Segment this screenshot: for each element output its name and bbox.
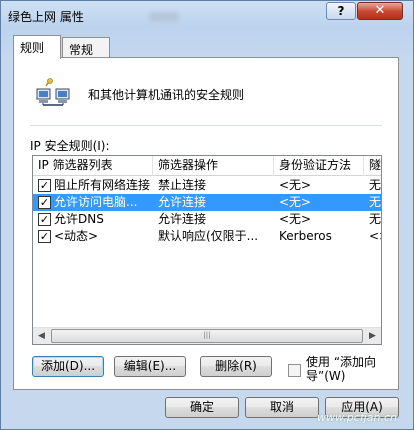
tunnel-cell: 无 (369, 195, 382, 209)
scroll-left-icon[interactable]: ◀ (33, 328, 50, 344)
rule-checkbox[interactable]: ✓ (38, 179, 51, 192)
watermark: www.pcfjan.cn (317, 411, 397, 424)
auth-method-cell: <无> (279, 212, 312, 226)
auth-method-cell: <无> (279, 195, 312, 209)
tunnel-cell: <> (369, 229, 381, 243)
filter-action-cell: 允许连接 (158, 212, 207, 226)
cancel-button[interactable]: 取消 (245, 397, 319, 418)
filter-list-cell: 允许访问电脑... (54, 195, 138, 209)
panel-description: 和其他计算机通讯的安全规则 (88, 88, 245, 102)
ip-security-rules-list[interactable]: IP 筛选器列表 筛选器操作 身份验证方法 隧 ✓ 阻止所有网络连接 禁止连接 … (32, 155, 382, 345)
table-row[interactable]: ✓ 阻止所有网络连接 禁止连接 <无> 无 (33, 177, 381, 194)
title-bar: 绿色上网 属性 ? ✕ (1, 1, 413, 31)
scroll-right-icon[interactable]: ▶ (364, 328, 381, 344)
table-row[interactable]: ✓ 允许访问电脑... 允许连接 <无> 无 (33, 194, 381, 211)
filter-action-cell: 禁止连接 (158, 178, 207, 192)
column-header-auth-method[interactable]: 身份验证方法 (274, 156, 364, 176)
rules-list-label: IP 安全规则(I): (30, 139, 110, 153)
tab-general[interactable]: 常规 (62, 37, 110, 57)
auth-method-cell: Kerberos (279, 229, 332, 243)
tab-rules[interactable]: 规则 (13, 35, 61, 59)
list-header: IP 筛选器列表 筛选器操作 身份验证方法 隧 (33, 156, 381, 176)
window-title: 绿色上网 属性 (8, 10, 84, 24)
tunnel-cell: 无 (369, 212, 382, 226)
column-header-filter-action[interactable]: 筛选器操作 (153, 156, 274, 176)
help-button[interactable]: ? (326, 2, 356, 20)
column-header-filter-list[interactable]: IP 筛选器列表 (33, 156, 153, 176)
delete-button[interactable]: 删除(R) (200, 356, 272, 377)
separator (30, 125, 382, 126)
blurred-area (149, 12, 179, 22)
rule-checkbox[interactable]: ✓ (38, 230, 51, 243)
rule-checkbox[interactable]: ✓ (38, 213, 51, 226)
table-row[interactable]: ✓ 允许DNS 允许连接 <无> 无 (33, 211, 381, 228)
use-wizard-checkbox[interactable] (288, 364, 301, 377)
add-button[interactable]: 添加(D)... (32, 356, 104, 377)
edit-button[interactable]: 编辑(E)... (114, 356, 186, 377)
network-computers-icon (36, 78, 70, 106)
column-header-tunnel[interactable]: 隧 (364, 156, 381, 176)
filter-list-cell: 阻止所有网络连接 (54, 178, 151, 192)
rule-checkbox[interactable]: ✓ (38, 196, 51, 209)
properties-dialog: 绿色上网 属性 ? ✕ 规则 常规 和其他计算机通讯的安全规则 IP 安全规则(… (0, 0, 414, 430)
ok-button[interactable]: 确定 (165, 397, 239, 418)
filter-list-cell: <动态> (54, 229, 99, 243)
filter-list-cell: 允许DNS (54, 212, 104, 226)
filter-action-cell: 允许连接 (158, 195, 207, 209)
horizontal-scrollbar[interactable]: ◀ ||| ▶ (33, 327, 381, 344)
tunnel-cell: 无 (369, 178, 382, 192)
close-button[interactable]: ✕ (357, 2, 403, 20)
table-row[interactable]: ✓ <动态> 默认响应(仅限于... Kerberos <> (33, 228, 381, 245)
auth-method-cell: <无> (279, 178, 312, 192)
rules-tab-panel: 和其他计算机通讯的安全规则 IP 安全规则(I): IP 筛选器列表 筛选器操作… (13, 57, 399, 390)
filter-action-cell: 默认响应(仅限于... (158, 229, 259, 243)
use-wizard-label: 使用 “添加向导”(W) (306, 355, 377, 383)
scrollbar-thumb[interactable]: ||| (51, 329, 363, 343)
